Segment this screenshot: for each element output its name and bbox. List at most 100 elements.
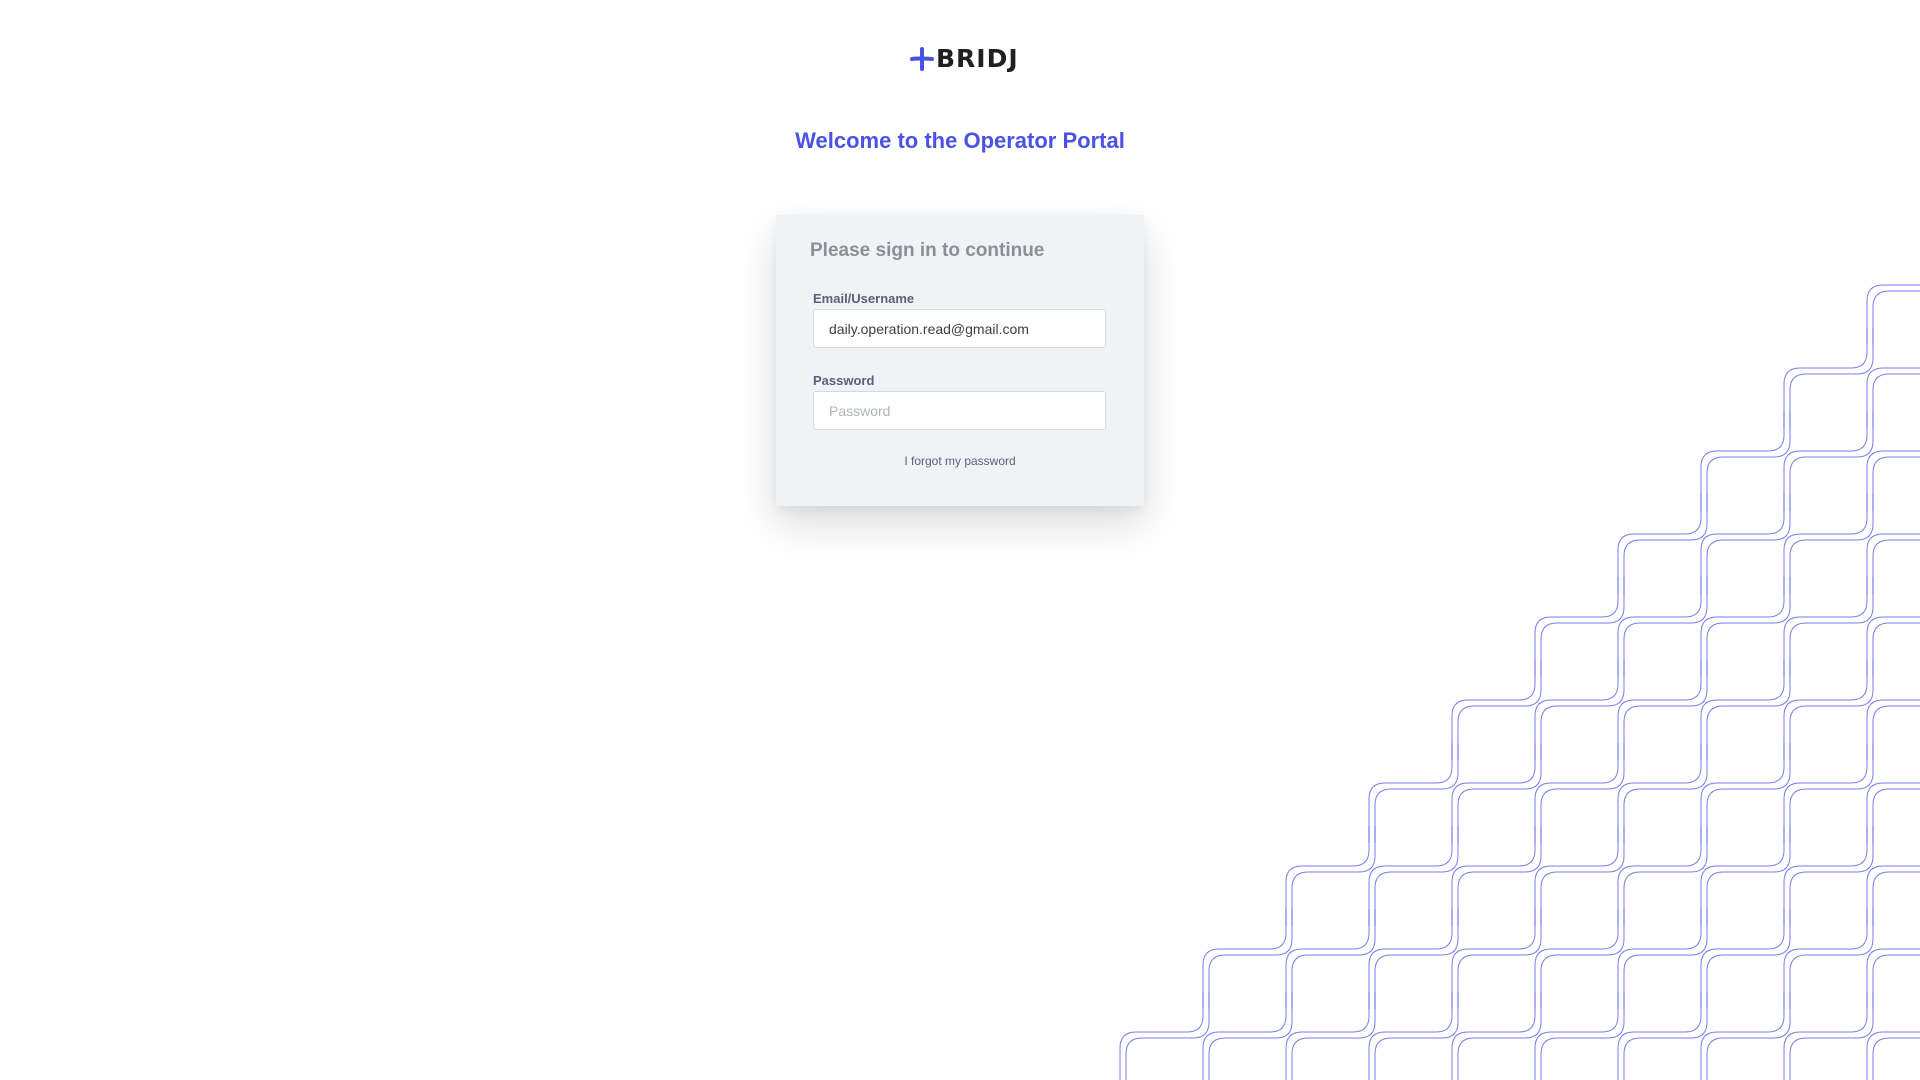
pipe-segment [1866,865,1920,926]
pipe-segment [1706,743,1791,843]
pipe-segment [1623,743,1708,843]
pipe-segment [1534,577,1619,677]
pipe-segment [1706,577,1791,677]
pipe-segment [1534,826,1619,926]
pipe-segment [1119,992,1204,1080]
pipe-segment [1706,411,1791,511]
pipe-segment [1368,909,1453,1009]
email-field[interactable] [813,309,1106,348]
pipe-segment [1540,992,1625,1080]
pipe-segment [1374,743,1459,843]
pipe-segment [1866,284,1920,345]
pipe-segment [1866,948,1920,1009]
pipe-segment [1617,660,1702,760]
pipe-segment [1457,743,1542,843]
pipe-segment [1783,577,1868,677]
pipe-segment [1783,909,1868,1009]
pipe-segment [1617,909,1702,1009]
pipe-segment [1872,705,1920,760]
pipe-segment [1374,826,1459,926]
pipe-segment [1789,660,1874,760]
welcome-heading: Welcome to the Operator Portal [795,128,1125,153]
pipe-segment [1208,992,1293,1080]
pipe-segment [1872,373,1920,428]
pipe-segment [1540,826,1625,926]
pipe-segment [1368,743,1453,843]
pipe-segment [1700,494,1785,594]
pipe-segment [1617,494,1702,594]
pipe-segment [1208,909,1293,1009]
brand-name: BRIDJ [936,44,1019,73]
pipe-segment [1623,909,1708,1009]
pipe-segment [1451,660,1536,760]
pipe-segment [1783,411,1868,511]
pipe-segment [1540,909,1625,1009]
forgot-password-link[interactable]: I forgot my password [776,454,1144,468]
pipe-segment [1700,660,1785,760]
pipe-segment [1866,450,1920,511]
pipe-segment [1872,539,1920,594]
brand-logo: BRIDJ [910,44,1019,74]
login-title: Please sign in to continue [810,240,1045,261]
pipe-segment [1374,992,1459,1080]
pipe-segment [1617,577,1702,677]
pipe-segment [1866,367,1920,428]
pipe-segment [1623,577,1708,677]
pipe-segment [1700,577,1785,677]
pipe-segment [1451,992,1536,1080]
plus-icon [910,47,934,71]
pipe-segment [1872,788,1920,843]
pipe-segment [1291,826,1376,926]
pipe-segment [1789,826,1874,926]
pipe-segment [1534,909,1619,1009]
pipe-segment [1872,456,1920,511]
pipe-segment [1125,992,1210,1080]
pipe-segment [1789,577,1874,677]
pipe-segment [1202,992,1287,1080]
pipe-segment [1700,411,1785,511]
pipe-segment [1451,826,1536,926]
pipe-segment [1706,826,1791,926]
pipe-segment [1700,743,1785,843]
pipe-segment [1866,699,1920,760]
pipe-segment [1451,743,1536,843]
login-page: BRIDJ Welcome to the Operator Portal Ple… [0,0,1920,1080]
pipe-segment [1291,992,1376,1080]
email-label: Email/Username [813,291,915,306]
pipe-segment [1789,992,1874,1080]
pipe-segment [1700,909,1785,1009]
pipe-segment [1783,743,1868,843]
pipe-segment [1617,743,1702,843]
pipe-segment [1374,909,1459,1009]
pipe-segment [1866,616,1920,677]
pipe-segment [1368,992,1453,1080]
pipe-segment [1534,743,1619,843]
pipe-segment [1623,826,1708,926]
pipe-segment [1617,826,1702,926]
pipe-segment [1457,660,1542,760]
pipe-segment [1789,411,1874,511]
pipe-segment [1783,494,1868,594]
pipe-segment [1706,494,1791,594]
pipe-segment [1540,577,1625,677]
pipe-segment [1368,826,1453,926]
login-card: Please sign in to continue Email/Usernam… [776,215,1144,506]
pipe-segment [1783,660,1868,760]
pipe-segment [1285,826,1370,926]
pipe-segment [1457,992,1542,1080]
pipe-segment [1457,826,1542,926]
pipe-segment [1866,533,1920,594]
pipe-segment [1706,992,1791,1080]
pipe-segment [1285,909,1370,1009]
password-label: Password [813,373,875,388]
pipe-segment [1202,909,1287,1009]
pipe-segment [1872,622,1920,677]
pipe-segment [1617,992,1702,1080]
pipe-segment [1291,909,1376,1009]
pipe-segment [1866,1031,1920,1080]
pipe-segment [1457,909,1542,1009]
pipe-segment [1783,328,1868,428]
pipe-segment [1872,290,1920,345]
password-field[interactable] [813,391,1106,430]
pipe-segment [1540,660,1625,760]
